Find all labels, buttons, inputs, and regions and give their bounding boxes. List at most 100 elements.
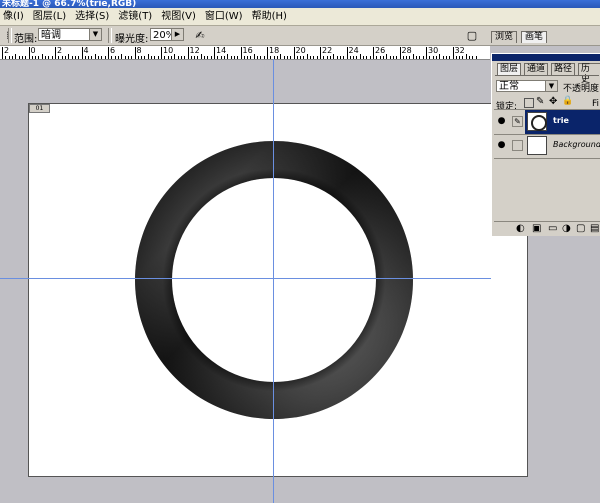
ruler-tick [422,56,424,59]
ruler-tick [210,56,212,59]
ruler-label: 8 [136,46,142,55]
layer-name: Background [553,140,600,149]
ruler-tick [323,56,325,59]
move-icon[interactable]: ✥ [549,96,557,107]
document-canvas[interactable] [28,103,528,477]
ruler-tick [280,54,282,59]
ruler-tick [207,56,209,59]
layers-palette: 图层 通道 路径 历史 正常 ▼ 不透明度 锁定: ✎ ✥ 🔒 Fi ● ✎ t… [491,53,600,236]
tab-channels[interactable]: 通道 [524,63,549,75]
tab-layers[interactable]: 图层 [497,63,522,75]
menu-help[interactable]: 帮助(H) [249,8,293,25]
ruler-tick [180,56,182,59]
link-box[interactable] [512,140,523,151]
horizontal-ruler: 2 0 2 4 6 8 10 12 14 16 18 20 22 24 26 28 30 32 [0,46,490,60]
new-set-icon[interactable]: ▭ [548,223,557,235]
eye-icon[interactable]: ● [496,116,507,127]
menu-layer[interactable]: 图层(L) [30,8,72,25]
ruler-tick [114,56,116,59]
ruler-tick [220,56,222,59]
range-select[interactable]: 暗调 ▼ [38,28,102,41]
ruler-tick [353,56,355,59]
ruler-tick [426,47,427,59]
ruler-tick [134,47,136,59]
ruler-tick [151,56,153,59]
ruler-tick [283,56,285,59]
blend-mode-select[interactable]: 正常 ▼ [496,80,558,92]
ruler-label: 14 [216,46,227,55]
ruler-tick [64,56,66,59]
ruler-tick [124,56,126,59]
menu-view[interactable]: 视图(V) [158,8,202,25]
canvas-badge-label: 01 [35,105,44,112]
palette-well: 浏览 画笔 [487,29,600,43]
ruler-tick [141,56,143,59]
ruler-tick [303,56,305,59]
airbrush-icon[interactable]: ✍ [192,28,208,43]
ruler-tick [320,47,321,59]
ruler-label: 4 [83,46,89,55]
ruler-tick [293,47,295,59]
lock-transparency-checkbox[interactable] [524,98,534,108]
layer-thumbnail-white [527,136,547,155]
chevron-right-icon: ▶ [171,29,183,40]
ruler-tick [296,56,298,59]
ruler-tick [310,56,312,59]
ring-thumbnail-icon [531,115,547,131]
blend-mode-value: 正常 [499,81,519,92]
layers-palette-titlebar[interactable] [492,54,600,61]
ruler-label: 2 [4,46,10,55]
ruler-tick [369,56,371,59]
ruler-tick [366,56,368,59]
menu-image[interactable]: 像(I) [0,8,30,25]
tab-paths[interactable]: 路径 [551,63,576,75]
ruler-tick [329,56,331,59]
lock-icon[interactable]: 🔒 [562,96,573,106]
ruler-label: 12 [189,46,200,55]
ruler-label: 28 [401,46,412,55]
ruler-tick [429,56,431,59]
ruler-tick [270,56,272,59]
tab-browser[interactable]: 浏览 [491,31,518,43]
ruler-tick [111,56,113,59]
ruler-tick [227,54,229,59]
ruler-label: 0 [30,46,36,55]
layer-style-icon[interactable]: ◐ [516,223,525,235]
eye-icon[interactable]: ● [496,140,507,151]
adjustment-layer-icon[interactable]: ◑ [562,223,571,235]
tab-history[interactable]: 历史 [578,63,600,85]
ruler-tick [8,56,10,59]
ruler-tick [21,56,23,59]
opacity-label: 不透明度 [563,84,600,94]
ruler-tick [31,56,33,59]
ruler-label: 16 [242,46,253,55]
ruler-tick [45,56,47,59]
layer-row-background[interactable]: ● Background [494,134,600,159]
menu-window[interactable]: 窗口(W) [202,8,249,25]
brush-link-icon[interactable]: ✎ [512,116,523,127]
exposure-input[interactable]: 20% ▶ [150,28,184,41]
ruler-tick [154,56,156,59]
layer-row-trie[interactable]: ● ✎ trie [494,109,600,135]
horizontal-guide[interactable] [0,278,491,279]
mask-icon[interactable]: ▣ [532,223,541,235]
new-layer-icon[interactable]: ▢ [576,223,585,235]
ruler-tick [190,56,192,59]
ruler-tick [416,56,418,59]
tab-brushes[interactable]: 画笔 [521,31,548,43]
palette-well-icon[interactable]: ▢ [464,28,480,43]
window-title: 未标题-1 @ 66.7%(trie,RGB) [2,0,137,8]
ruler-label: 2 [57,46,63,55]
ruler-tick [290,56,292,59]
brush-icon[interactable]: ✎ [536,96,544,107]
trash-icon[interactable]: ▤ [590,223,599,235]
ruler-tick [382,56,384,59]
ruler-tick [131,56,133,59]
layer-name: trie [553,116,569,125]
vertical-guide[interactable] [273,59,274,503]
menu-filter[interactable]: 滤镜(T) [115,8,158,25]
menu-select[interactable]: 选择(S) [72,8,115,25]
ruler-tick [409,56,411,59]
ruler-label: 10 [163,46,174,55]
ruler-tick [117,56,119,59]
